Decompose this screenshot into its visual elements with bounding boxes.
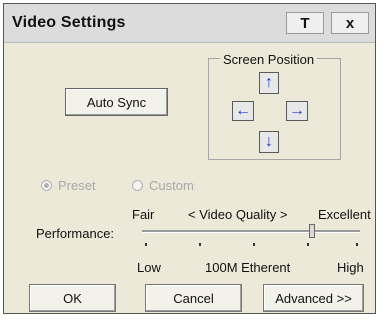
network-label: 100M Etherent [205, 260, 291, 275]
cancel-button[interactable]: Cancel [145, 284, 242, 312]
slider-tick [253, 243, 255, 246]
performance-slider-thumb[interactable] [309, 224, 316, 238]
ok-button[interactable]: OK [29, 284, 116, 312]
performance-low-label: Low [137, 260, 161, 275]
ok-label: OK [63, 290, 82, 306]
move-down-button[interactable]: ↓ [259, 131, 279, 153]
title-bar: Video Settings T x [4, 4, 375, 43]
custom-label: Custom [149, 178, 194, 193]
slider-tick [145, 243, 147, 246]
quality-fair-label: Fair [132, 207, 155, 222]
custom-radio[interactable]: Custom [132, 178, 194, 193]
performance-label: Performance: [36, 226, 115, 241]
screen-position-legend: Screen Position [220, 52, 318, 67]
video-quality-label: < Video Quality > [188, 207, 288, 222]
custom-radio-dot [132, 180, 143, 191]
performance-high-label: High [337, 260, 364, 275]
preset-label: Preset [58, 178, 96, 193]
move-up-button[interactable]: ↑ [259, 72, 279, 94]
help-icon: T [300, 14, 310, 32]
cancel-label: Cancel [173, 290, 214, 306]
arrow-down-icon: ↓ [265, 133, 273, 150]
arrow-left-icon: ← [235, 102, 251, 119]
auto-sync-label: Auto Sync [86, 94, 147, 110]
advanced-label: Advanced >> [275, 290, 352, 306]
close-icon: x [345, 14, 355, 32]
arrow-right-icon: → [289, 102, 305, 119]
arrow-up-icon: ↑ [265, 74, 273, 91]
preset-radio-dot [41, 180, 52, 191]
close-button[interactable]: x [331, 12, 369, 34]
window-title: Video Settings [12, 14, 126, 31]
performance-slider-track[interactable] [142, 230, 360, 233]
move-left-button[interactable]: ← [232, 101, 254, 121]
advanced-button[interactable]: Advanced >> [263, 284, 364, 312]
move-right-button[interactable]: → [286, 101, 308, 121]
slider-tick [356, 243, 358, 246]
auto-sync-button[interactable]: Auto Sync [65, 88, 168, 116]
help-button[interactable]: T [286, 12, 324, 34]
quality-excellent-label: Excellent [318, 207, 371, 222]
preset-radio[interactable]: Preset [41, 178, 96, 193]
slider-tick [199, 243, 201, 246]
slider-tick [307, 243, 309, 246]
